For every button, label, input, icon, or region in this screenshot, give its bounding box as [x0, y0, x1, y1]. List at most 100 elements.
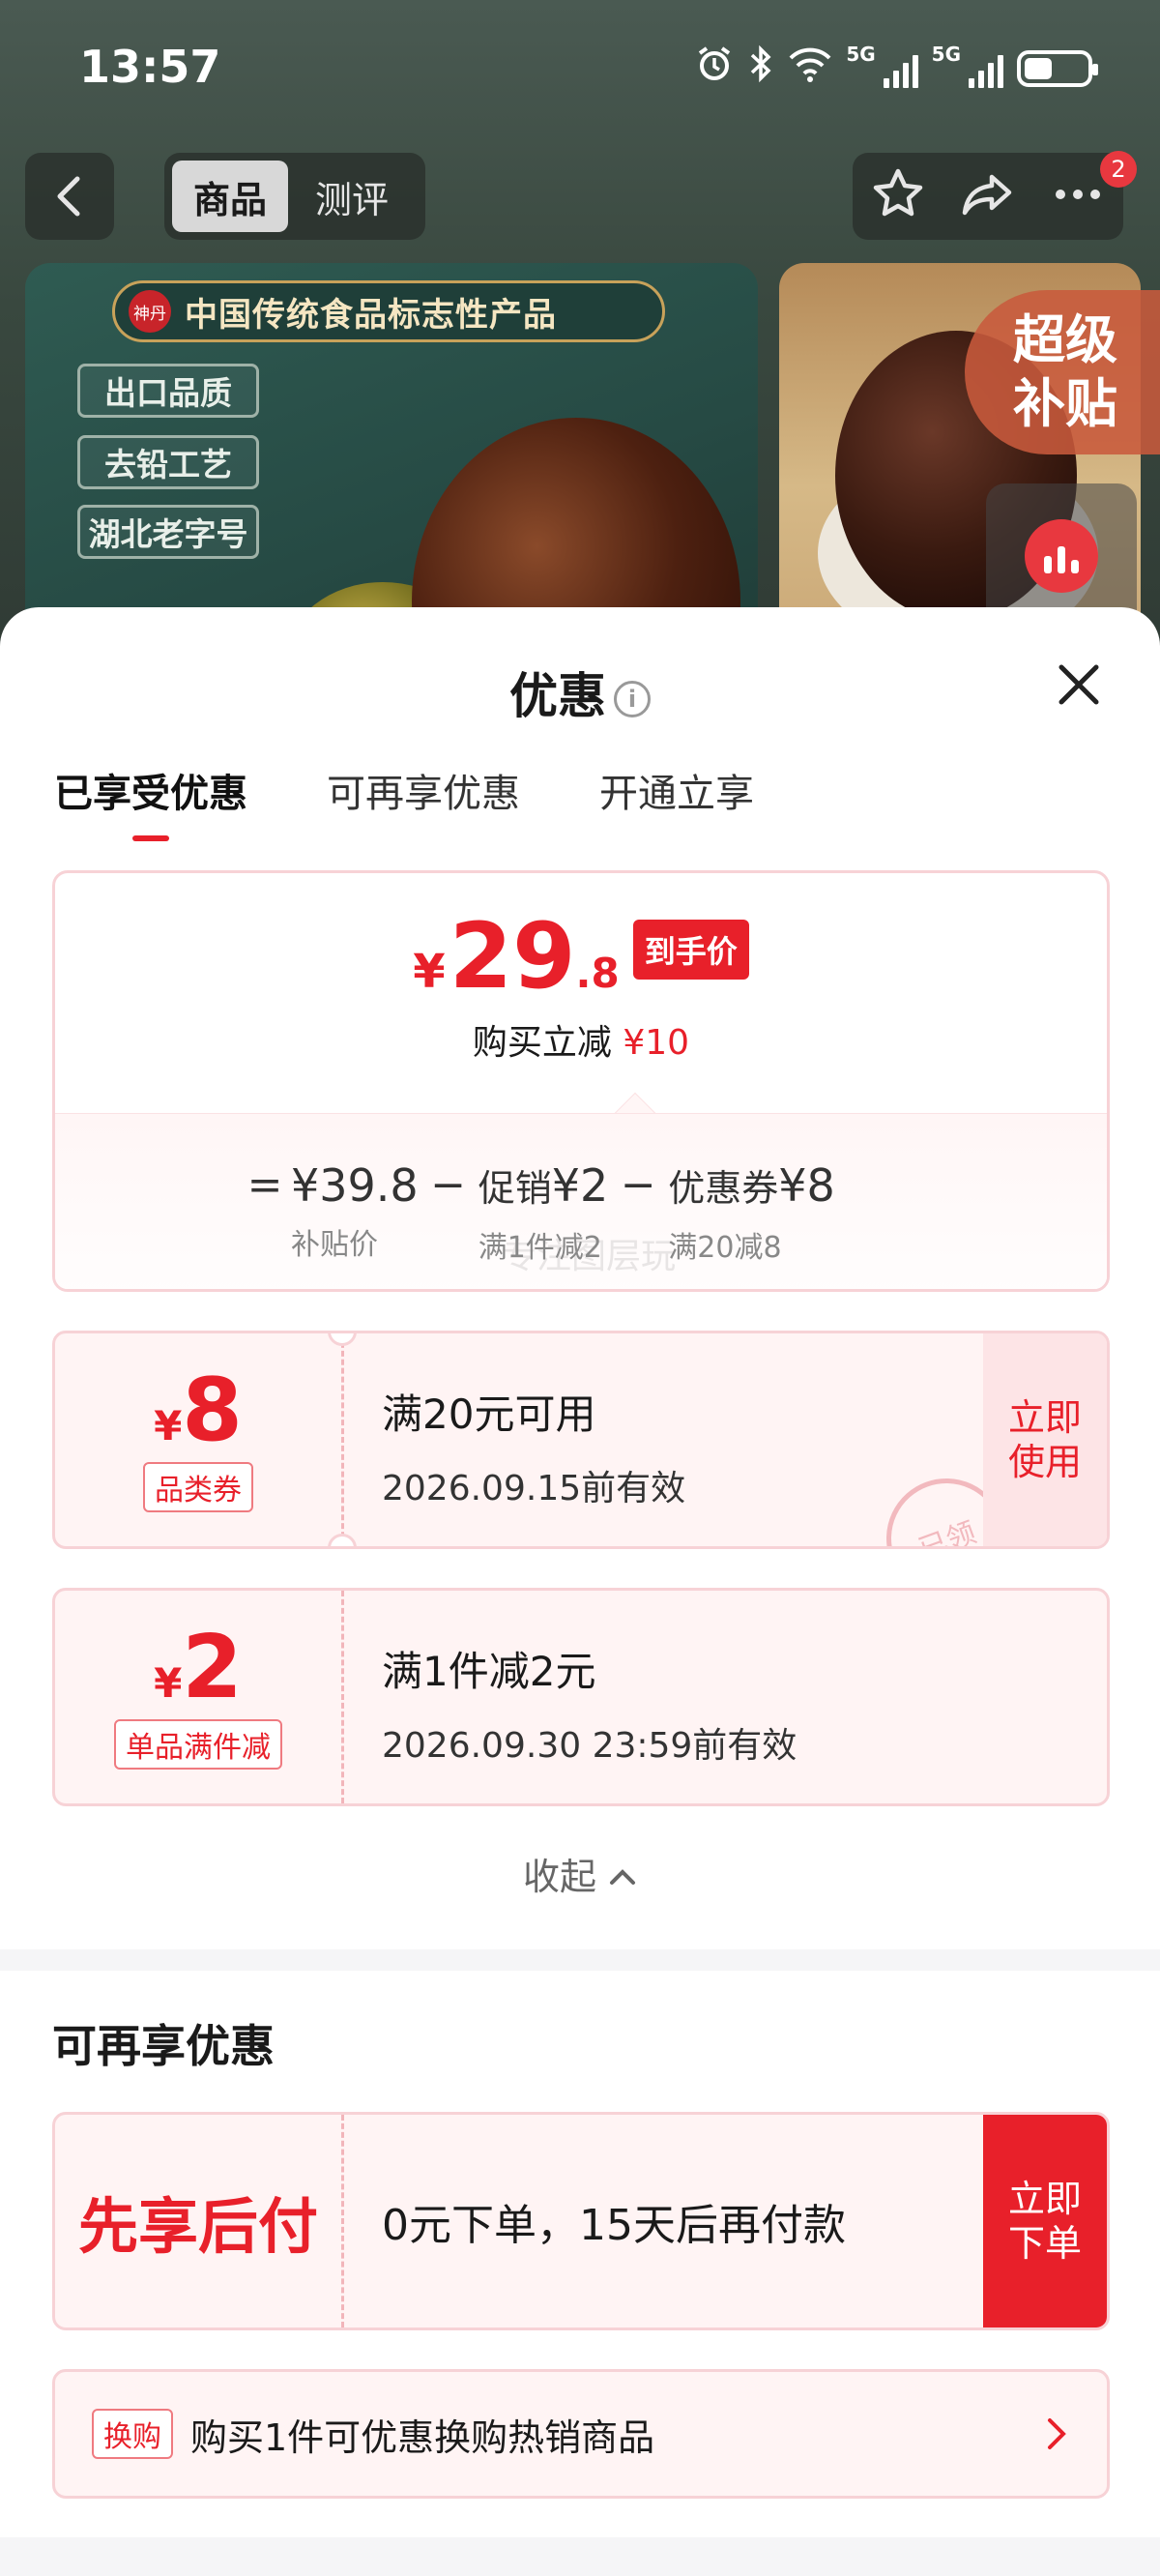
price-breakdown: 专注图层玩 = ¥39.8 补贴价 − 促销¥2 满1件减2 − 优惠券¥8 满… [55, 1113, 1107, 1289]
brand-banner-text: 中国传统食品标志性产品 [185, 295, 557, 335]
subsidy-price-value: ¥39.8 [291, 1159, 419, 1212]
trade-in-tag: 换购 [92, 2409, 173, 2459]
coupon-value: ¥8 [778, 1159, 835, 1212]
section-title-more: 可再享优惠 [52, 2020, 275, 2072]
chevron-right-icon [1048, 2418, 1066, 2449]
coupon-expiry: 2026.09.30 23:59前有效 [382, 1726, 798, 1766]
coupon-condition: 满1件减2元 [382, 1648, 596, 1695]
coupon-type-badge: 单品满件减 [114, 1719, 282, 1770]
coupon-category: ¥ 8 品类券 满20元可用 2026.09.15前有效 已领 立即 使用 [52, 1331, 1110, 1549]
star-icon [873, 168, 922, 217]
equals-sign: = [246, 1160, 283, 1210]
promotion-rule: 满1件减2 [478, 1231, 602, 1265]
coupon-amount-block: ¥ 8 品类券 [55, 1333, 341, 1546]
tab-open-enjoy[interactable]: 开通立享 [599, 762, 754, 818]
network-5g-label-1: 5G [846, 43, 876, 66]
coupon-amount: 2 [182, 1617, 243, 1718]
coupon-rule: 满20减8 [668, 1231, 782, 1265]
more-dots-icon [1056, 190, 1101, 199]
formula-promotion: 促销¥2 满1件减2 [478, 1158, 609, 1266]
product-review-switch: 商品 测评 [164, 153, 425, 240]
alarm-icon [695, 44, 734, 92]
brand-logo: 神丹 [129, 290, 171, 333]
final-price: ¥ 29 .8 到手价 [55, 912, 1107, 1003]
chevron-left-icon [57, 176, 80, 217]
tab-available[interactable]: 可再享优惠 [327, 762, 520, 818]
reduce-label: 购买立减 [472, 1023, 612, 1063]
collapse-label: 收起 [522, 1856, 596, 1898]
feature-tag-lead-free: 去铅工艺 [77, 435, 259, 489]
super-subsidy-line1: 超级 [1013, 309, 1117, 370]
header-actions [853, 153, 1123, 240]
battery-icon [1017, 49, 1098, 87]
status-time: 13:57 [79, 41, 221, 93]
order-now-button[interactable]: 立即 下单 [983, 2115, 1107, 2327]
wifi-icon [788, 44, 832, 92]
coupon-currency: ¥ [154, 1402, 183, 1449]
promotion-value: ¥2 [551, 1159, 609, 1212]
network-5g-label-2: 5G [931, 43, 961, 66]
share-icon [962, 174, 1012, 216]
chevron-up-icon [610, 1869, 636, 1885]
bluetooth-icon [747, 44, 774, 92]
super-subsidy-badge: 超级 补贴 [965, 290, 1160, 454]
price-summary-card: ¥ 29 .8 到手价 购买立减 ¥10 专注图层玩 = ¥39.8 补贴价 − [52, 870, 1110, 1292]
signal-icon-2 [969, 49, 1003, 88]
pay-later-description: 0元下单，15天后再付款 [382, 2201, 846, 2250]
tab-review[interactable]: 测评 [294, 161, 410, 232]
favorite-button[interactable] [869, 165, 927, 227]
close-icon [1058, 664, 1099, 705]
coupon-type-badge: 品类券 [143, 1462, 253, 1512]
sheet-title-text: 优惠 [509, 668, 606, 724]
back-button[interactable] [25, 153, 114, 240]
final-price-tag: 到手价 [632, 920, 749, 980]
more-button[interactable] [1049, 165, 1107, 227]
trade-in-offer[interactable]: 换购 购买1件可优惠换购热销商品 [52, 2369, 1110, 2499]
coupon-label: 优惠券 [668, 1167, 779, 1210]
sheet-title: 优惠 i [0, 658, 1160, 727]
reduce-value: ¥10 [623, 1023, 690, 1063]
pay-later-label: 先享后付 [77, 2191, 318, 2262]
order-now-line1: 立即 [1007, 2178, 1082, 2220]
subsidy-price-label: 补贴价 [291, 1228, 378, 1262]
feature-tag-export: 出口品质 [77, 364, 259, 418]
bar-chart-icon [1025, 519, 1098, 593]
tab-enjoyed[interactable]: 已享受优惠 [54, 762, 247, 818]
feature-tag-heritage: 湖北老字号 [77, 505, 259, 559]
final-price-integer: 29 [449, 904, 576, 1010]
pay-later-card: 先享后付 0元下单，15天后再付款 立即 下单 [52, 2112, 1110, 2330]
coupon-item-discount: ¥ 2 单品满件减 满1件减2元 2026.09.30 23:59前有效 [52, 1588, 1110, 1806]
coupon-amount-block: ¥ 2 单品满件减 [55, 1591, 341, 1803]
coupon-expiry: 2026.09.15前有效 [382, 1469, 686, 1508]
status-icons: 5G 5G [695, 43, 1098, 92]
notification-badge: 2 [1100, 151, 1137, 188]
use-now-line2: 使用 [1007, 1441, 1082, 1483]
coupon-currency: ¥ [154, 1659, 183, 1707]
reduce-line: 购买立减 ¥10 [55, 1014, 1107, 1065]
share-button[interactable] [959, 165, 1017, 227]
trade-in-text: 购买1件可优惠换购热销商品 [190, 2415, 655, 2459]
discount-tabs: 已享受优惠 可再享优惠 开通立享 [54, 762, 754, 818]
info-icon[interactable]: i [614, 681, 651, 717]
minus-sign-2: − [620, 1160, 656, 1210]
minus-sign-1: − [430, 1160, 467, 1210]
promotion-label: 促销 [478, 1167, 552, 1210]
discount-sheet: 优惠 i 已享受优惠 可再享优惠 开通立享 ¥ 29 .8 到手价 购买立减 ¥1… [0, 607, 1160, 2576]
final-price-decimal: .8 [575, 950, 620, 997]
brand-banner: 神丹 中国传统食品标志性产品 [112, 280, 665, 342]
order-now-line2: 下单 [1007, 2222, 1082, 2265]
use-now-line1: 立即 [1007, 1396, 1082, 1439]
coupon-condition: 满20元可用 [382, 1390, 596, 1438]
price-formula: = ¥39.8 补贴价 − 促销¥2 满1件减2 − 优惠券¥8 满20减8 [239, 1158, 835, 1266]
formula-coupon: 优惠券¥8 满20减8 [668, 1158, 835, 1266]
coupon-amount: 8 [182, 1360, 243, 1461]
signal-icon-1 [883, 49, 918, 88]
formula-subsidy-price: ¥39.8 补贴价 [291, 1158, 419, 1263]
final-price-currency: ¥ [413, 945, 446, 999]
tab-product[interactable]: 商品 [172, 161, 289, 232]
close-button[interactable] [1052, 658, 1106, 712]
collapse-toggle[interactable]: 收起 [0, 1847, 1160, 1900]
status-bar: 13:57 5G 5G [0, 0, 1160, 135]
use-now-button[interactable]: 立即 使用 [983, 1333, 1107, 1546]
super-subsidy-line2: 补贴 [1013, 373, 1117, 434]
